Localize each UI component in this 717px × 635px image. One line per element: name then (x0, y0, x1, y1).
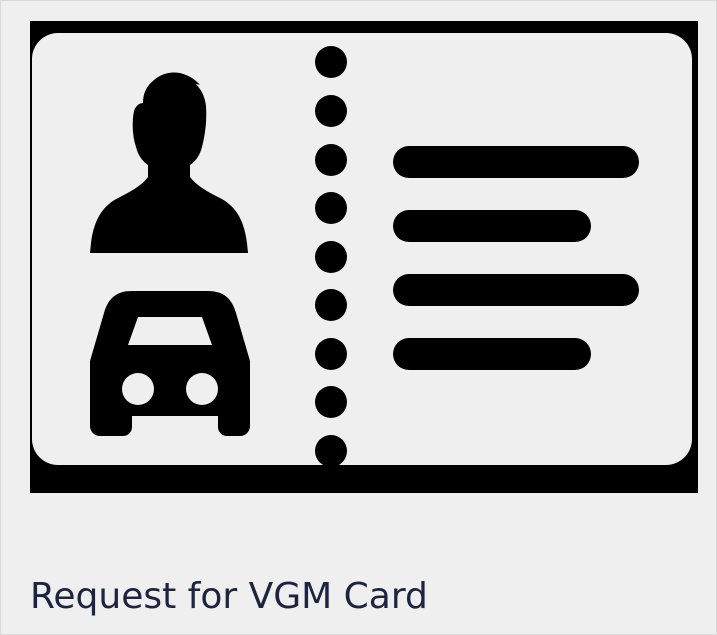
card-text-line (393, 338, 591, 370)
car-icon (90, 291, 250, 436)
card-text-line (393, 146, 639, 178)
tile-label[interactable]: Request for VGM Card (30, 573, 428, 621)
card-text-line (393, 274, 639, 306)
dotted-divider (315, 46, 347, 467)
card-text-line (393, 210, 591, 242)
card-text-lines (393, 146, 639, 370)
id-card-driver-icon (30, 21, 698, 493)
person-icon (90, 72, 248, 253)
vgm-card-request-tile[interactable]: Request for VGM Card (0, 0, 717, 635)
